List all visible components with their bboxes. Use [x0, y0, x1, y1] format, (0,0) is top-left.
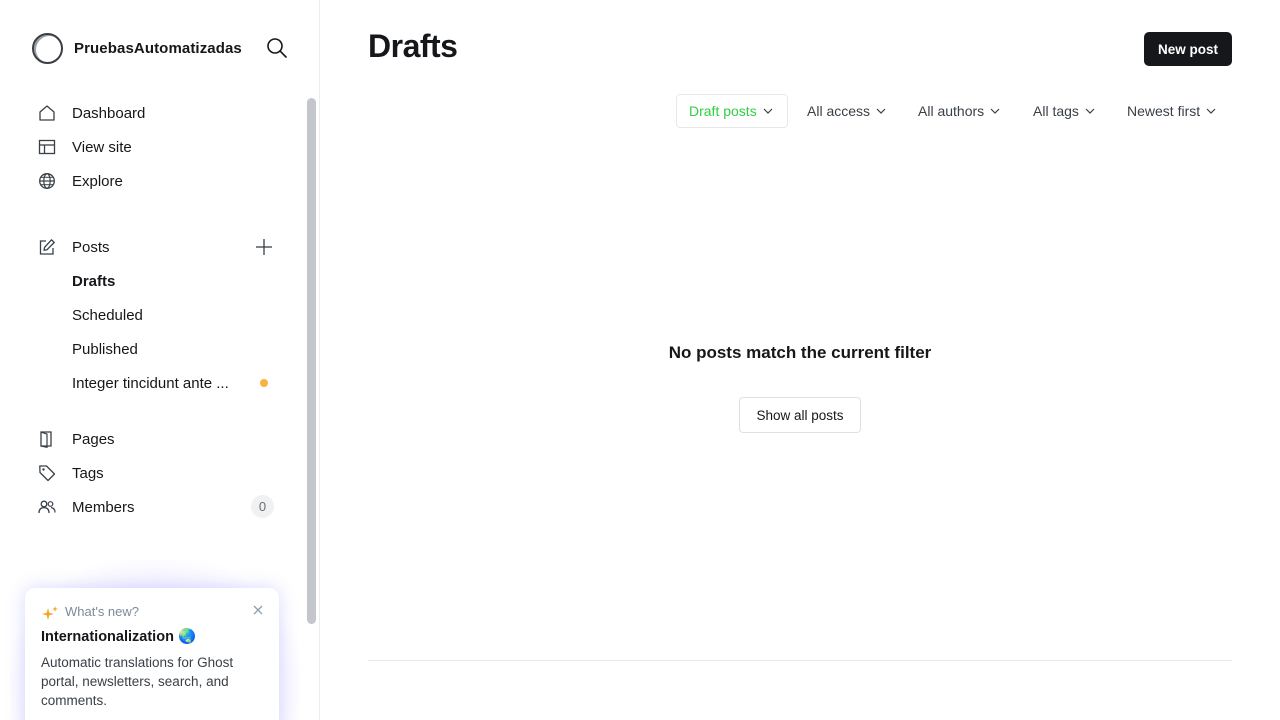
whats-new-description: Automatic translations for Ghost portal,… — [41, 655, 234, 708]
view-color-dot — [260, 379, 268, 387]
whats-new-title: Internationalization 🌏 — [41, 629, 197, 645]
content-divider — [368, 660, 1232, 661]
home-icon — [38, 104, 56, 122]
sidebar-item-pages[interactable]: Pages — [32, 422, 280, 456]
tag-icon — [38, 464, 56, 482]
show-all-posts-button[interactable]: Show all posts — [739, 397, 861, 433]
sidebar-item-label: Explore — [72, 172, 123, 190]
sidebar: PruebasAutomatizadas Dashboard View site… — [0, 0, 320, 720]
pencil-edit-icon — [38, 238, 56, 256]
site-brand[interactable]: PruebasAutomatizadas — [32, 32, 242, 64]
filter-label: All access — [807, 103, 871, 119]
filter-label: Newest first — [1127, 103, 1201, 119]
sidebar-item-label: Scheduled — [72, 306, 143, 324]
whats-new-card[interactable]: What's new? Internationalization 🌏 Autom… — [25, 588, 279, 720]
add-post-icon[interactable] — [255, 238, 273, 256]
sidebar-item-label: Tags — [72, 464, 104, 482]
sidebar-item-dashboard[interactable]: Dashboard — [32, 96, 280, 130]
chevron-down-icon — [990, 108, 1000, 114]
sidebar-subitem-published[interactable]: Published — [72, 332, 280, 366]
members-icon — [38, 498, 56, 516]
page-icon — [38, 430, 56, 449]
sidebar-item-label: Published — [72, 340, 138, 358]
filter-label: All authors — [918, 103, 985, 119]
site-logo — [32, 32, 63, 64]
authors-filter[interactable]: All authors — [918, 94, 1000, 128]
sidebar-item-members[interactable]: Members — [32, 490, 280, 524]
filter-label: All tags — [1033, 103, 1079, 119]
sidebar-item-label: Posts — [72, 238, 110, 256]
new-post-button[interactable]: New post — [1144, 32, 1232, 66]
sparkle-icon — [41, 605, 59, 623]
sidebar-item-label: Drafts — [72, 272, 116, 290]
site-title: PruebasAutomatizadas — [74, 39, 242, 57]
tags-filter[interactable]: All tags — [1033, 94, 1095, 128]
access-filter[interactable]: All access — [807, 94, 886, 128]
page-title: Drafts — [368, 28, 458, 64]
sidebar-item-view-site[interactable]: View site — [32, 130, 280, 164]
sort-order-filter[interactable]: Newest first — [1127, 94, 1216, 128]
sidebar-subitem-custom-view[interactable]: Integer tincidunt ante ... — [72, 366, 280, 400]
chevron-down-icon — [1206, 108, 1216, 114]
sidebar-item-tags[interactable]: Tags — [32, 456, 280, 490]
post-type-filter[interactable]: Draft posts — [676, 94, 788, 128]
search-icon[interactable] — [266, 37, 288, 59]
empty-state-message: No posts match the current filter — [668, 343, 932, 362]
layout-icon — [38, 138, 56, 156]
close-icon[interactable] — [252, 603, 264, 615]
filter-label: Draft posts — [689, 103, 757, 119]
chevron-down-icon — [1085, 108, 1095, 114]
members-count-badge: 0 — [251, 495, 274, 518]
sidebar-item-explore[interactable]: Explore — [32, 164, 280, 198]
sidebar-item-label: Integer tincidunt ante ... — [72, 374, 229, 392]
sidebar-subitem-drafts[interactable]: Drafts — [72, 264, 280, 298]
chevron-down-icon — [763, 108, 773, 114]
sidebar-scrollbar[interactable] — [307, 98, 316, 624]
whats-new-label: What's new? — [65, 604, 140, 619]
chevron-down-icon — [876, 108, 886, 114]
sidebar-item-label: Dashboard — [72, 104, 146, 122]
sidebar-item-label: View site — [72, 138, 132, 156]
sidebar-item-posts[interactable]: Posts — [32, 230, 242, 264]
sidebar-subitem-scheduled[interactable]: Scheduled — [72, 298, 280, 332]
globe-icon — [38, 172, 56, 190]
sidebar-item-label: Members — [72, 498, 135, 516]
sidebar-item-label: Pages — [72, 430, 115, 448]
